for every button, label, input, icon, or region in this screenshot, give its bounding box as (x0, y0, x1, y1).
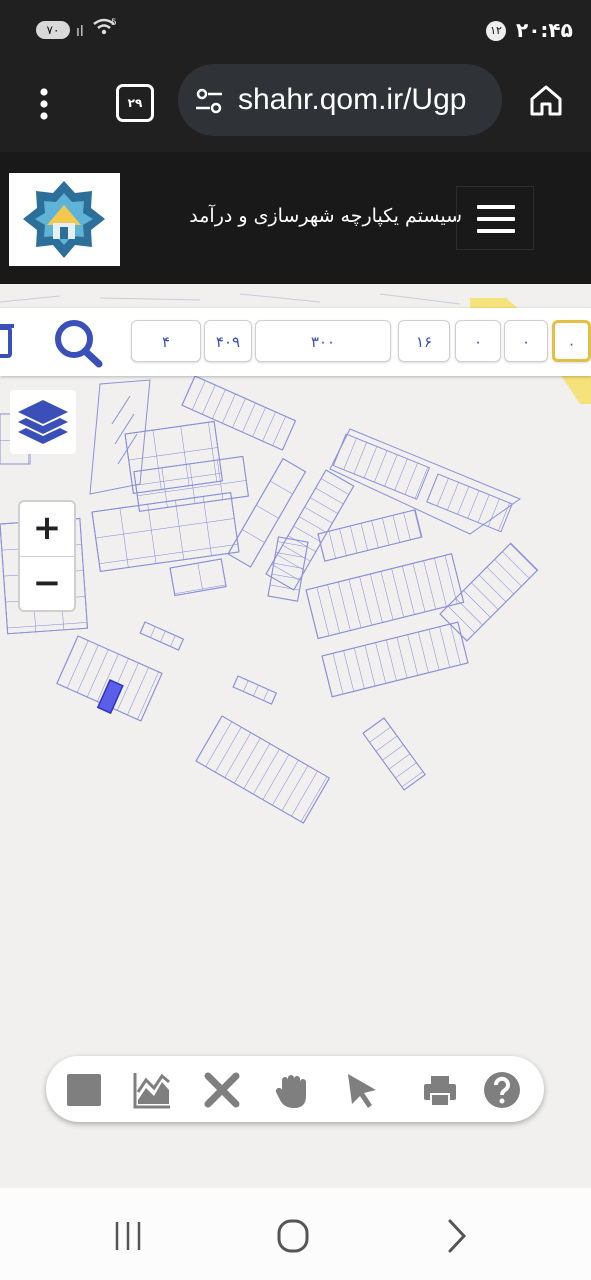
trash-icon[interactable] (0, 320, 14, 360)
parcel-field-5[interactable]: ۰ (455, 320, 501, 362)
road (560, 374, 591, 404)
recents-icon[interactable] (108, 1216, 152, 1256)
hand-icon[interactable] (272, 1070, 312, 1110)
close-icon[interactable] (202, 1070, 242, 1110)
parcel-field-4[interactable]: ۱۶ (398, 320, 450, 362)
parcel-field-2[interactable]: ۴۰۹ (204, 320, 252, 362)
status-time: ۲۰:۴۵ (516, 18, 573, 42)
wifi-icon: 5 (92, 16, 118, 43)
logo (9, 173, 120, 266)
search-toolbar: ۴ ۴۰۹ ۳۰۰ ۱۶ ۰ ۰ ۰ (0, 308, 591, 376)
zoom-control: + − (18, 500, 76, 612)
browser-toolbar: ۲۹ shahr.qom.ir/Ugp (0, 60, 591, 153)
status-bar: ۷۰ ıl 5 ۱۲ ۲۰:۴۵ (0, 0, 591, 60)
tabs-button[interactable]: ۲۹ (116, 84, 154, 122)
battery-icon: ۷۰ (36, 21, 70, 39)
hamburger-icon[interactable] (456, 186, 534, 250)
home-circle-icon[interactable] (272, 1216, 316, 1256)
parcel-field-6[interactable]: ۰ (504, 320, 548, 362)
parcel-field-1[interactable]: ۴ (131, 320, 201, 362)
zoom-out-button[interactable]: − (20, 557, 74, 611)
back-icon[interactable] (436, 1216, 480, 1256)
parcel-layer[interactable] (0, 284, 591, 1188)
signal-icon: ıl (76, 24, 84, 40)
print-icon[interactable] (420, 1070, 460, 1110)
menu-dots-icon[interactable] (36, 84, 52, 124)
parcel-field-7[interactable]: ۰ (552, 320, 591, 362)
home-icon[interactable] (526, 80, 566, 120)
parcel-blocks (0, 375, 539, 824)
zoom-in-button[interactable]: + (20, 502, 74, 556)
svg-text:5: 5 (111, 18, 117, 28)
pointer-icon[interactable] (342, 1070, 382, 1110)
layers-icon[interactable] (10, 390, 76, 454)
url-text[interactable]: shahr.qom.ir/Ugp (238, 80, 498, 120)
map-view[interactable]: ۴ ۴۰۹ ۳۰۰ ۱۶ ۰ ۰ ۰ + − (0, 284, 591, 1188)
faint-parcels (0, 293, 461, 305)
notification-badge: ۱۲ (486, 21, 506, 41)
help-icon[interactable] (482, 1070, 522, 1110)
parcel-field-3[interactable]: ۳۰۰ (255, 320, 391, 362)
square-icon[interactable] (64, 1070, 104, 1110)
url-bar[interactable]: shahr.qom.ir/Ugp (178, 64, 502, 136)
system-nav-bar (0, 1188, 591, 1280)
site-settings-icon[interactable] (194, 86, 224, 116)
area-chart-icon[interactable] (132, 1070, 172, 1110)
app-title: سیستم یکپارچه شهرسازی و درآمد (189, 205, 462, 227)
map-tools (46, 1056, 544, 1122)
search-icon[interactable] (52, 318, 104, 368)
app-header: سیستم یکپارچه شهرسازی و درآمد (0, 152, 591, 284)
